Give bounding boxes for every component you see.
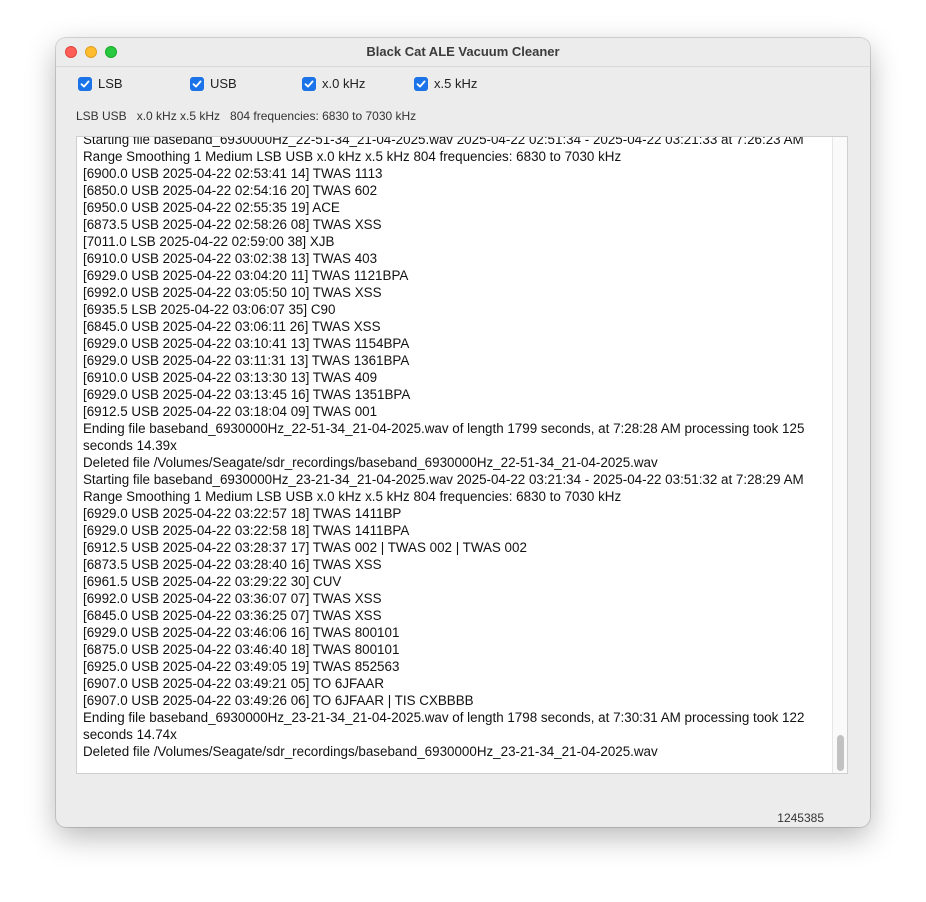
log-line: [6992.0 USB 2025-04-22 03:05:50 10] TWAS…: [83, 285, 382, 300]
log-line: [6912.5 USB 2025-04-22 03:18:04 09] TWAS…: [83, 404, 378, 419]
log-line: [6910.0 USB 2025-04-22 03:02:38 13] TWAS…: [83, 251, 378, 266]
log-line: [6873.5 USB 2025-04-22 03:28:40 16] TWAS…: [83, 557, 382, 572]
app-window: Black Cat ALE Vacuum Cleaner LSB USB x.0…: [56, 38, 870, 827]
log-line: Ending file baseband_6930000Hz_23-21-34_…: [83, 710, 805, 742]
log-line: [7011.0 LSB 2025-04-22 02:59:00 38] XJB: [83, 234, 335, 249]
log-line: [6845.0 USB 2025-04-22 03:36:25 07] TWAS…: [83, 608, 382, 623]
log-line: [6935.5 LSB 2025-04-22 03:06:07 35] C90: [83, 302, 336, 317]
log-line: [6907.0 USB 2025-04-22 03:49:21 05] TO 6…: [83, 676, 384, 691]
lsb-checkbox-label: LSB: [98, 76, 123, 91]
log-line: Deleted file /Volumes/Seagate/sdr_record…: [83, 744, 658, 759]
log-line: [6929.0 USB 2025-04-22 03:22:58 18] TWAS…: [83, 523, 410, 538]
log-line: [6900.0 USB 2025-04-22 02:53:41 14] TWAS…: [83, 166, 383, 181]
log-line: [6929.0 USB 2025-04-22 03:11:31 13] TWAS…: [83, 353, 410, 368]
log-line: [6850.0 USB 2025-04-22 02:54:16 20] TWAS…: [83, 183, 378, 198]
log-line: [6845.0 USB 2025-04-22 03:06:11 26] TWAS…: [83, 319, 381, 334]
log-line: Ending file baseband_6930000Hz_22-51-34_…: [83, 421, 805, 453]
log-line: Starting file baseband_6930000Hz_23-21-3…: [83, 472, 804, 504]
log-line: [6961.5 USB 2025-04-22 03:29:22 30] CUV: [83, 574, 342, 589]
log-line: [6875.0 USB 2025-04-22 03:46:40 18] TWAS…: [83, 642, 400, 657]
checkmark-icon: [414, 76, 428, 91]
log-line: [6912.5 USB 2025-04-22 03:28:37 17] TWAS…: [83, 540, 527, 555]
window-title: Black Cat ALE Vacuum Cleaner: [366, 44, 560, 59]
log-line: [6929.0 USB 2025-04-22 03:10:41 13] TWAS…: [83, 336, 410, 351]
log-line: [6873.5 USB 2025-04-22 02:58:26 08] TWAS…: [83, 217, 382, 232]
status-counter: 1245385: [777, 811, 824, 825]
log-line: [6907.0 USB 2025-04-22 03:49:26 06] TO 6…: [83, 693, 474, 708]
log-line: [6910.0 USB 2025-04-22 03:13:30 13] TWAS…: [83, 370, 378, 385]
lsb-checkbox[interactable]: LSB: [78, 76, 123, 91]
log-content: Starting file baseband_6930000Hz_22-51-3…: [83, 136, 829, 760]
usb-checkbox-label: USB: [210, 76, 237, 91]
sideband-options: LSB USB x.0 kHz x.5 kHz: [56, 76, 870, 96]
x5-khz-checkbox[interactable]: x.5 kHz: [414, 76, 477, 91]
log-line: [6925.0 USB 2025-04-22 03:49:05 19] TWAS…: [83, 659, 400, 674]
usb-checkbox[interactable]: USB: [190, 76, 237, 91]
checkmark-icon: [190, 76, 204, 91]
log-line: [6929.0 USB 2025-04-22 03:46:06 16] TWAS…: [83, 625, 400, 640]
log-line: [6950.0 USB 2025-04-22 02:55:35 19] ACE: [83, 200, 340, 215]
x0-khz-checkbox-label: x.0 kHz: [322, 76, 366, 91]
scrollbar-thumb[interactable]: [837, 735, 844, 771]
log-line: Deleted file /Volumes/Seagate/sdr_record…: [83, 455, 658, 470]
log-line: Starting file baseband_6930000Hz_22-51-3…: [83, 136, 804, 164]
log-line: [6929.0 USB 2025-04-22 03:04:20 11] TWAS…: [83, 268, 409, 283]
log-line: [6929.0 USB 2025-04-22 03:22:57 18] TWAS…: [83, 506, 402, 521]
title-bar[interactable]: Black Cat ALE Vacuum Cleaner: [56, 38, 870, 67]
checkmark-icon: [78, 76, 92, 91]
log-text-area[interactable]: Starting file baseband_6930000Hz_22-51-3…: [76, 136, 848, 774]
x5-khz-checkbox-label: x.5 kHz: [434, 76, 478, 91]
log-line: [6929.0 USB 2025-04-22 03:13:45 16] TWAS…: [83, 387, 411, 402]
frequency-summary: LSB USB x.0 kHz x.5 kHz 804 frequencies:…: [76, 109, 417, 123]
log-line: [6992.0 USB 2025-04-22 03:36:07 07] TWAS…: [83, 591, 382, 606]
x0-khz-checkbox[interactable]: x.0 kHz: [302, 76, 365, 91]
log-scrollbar[interactable]: [832, 137, 847, 773]
checkmark-icon: [302, 76, 316, 91]
